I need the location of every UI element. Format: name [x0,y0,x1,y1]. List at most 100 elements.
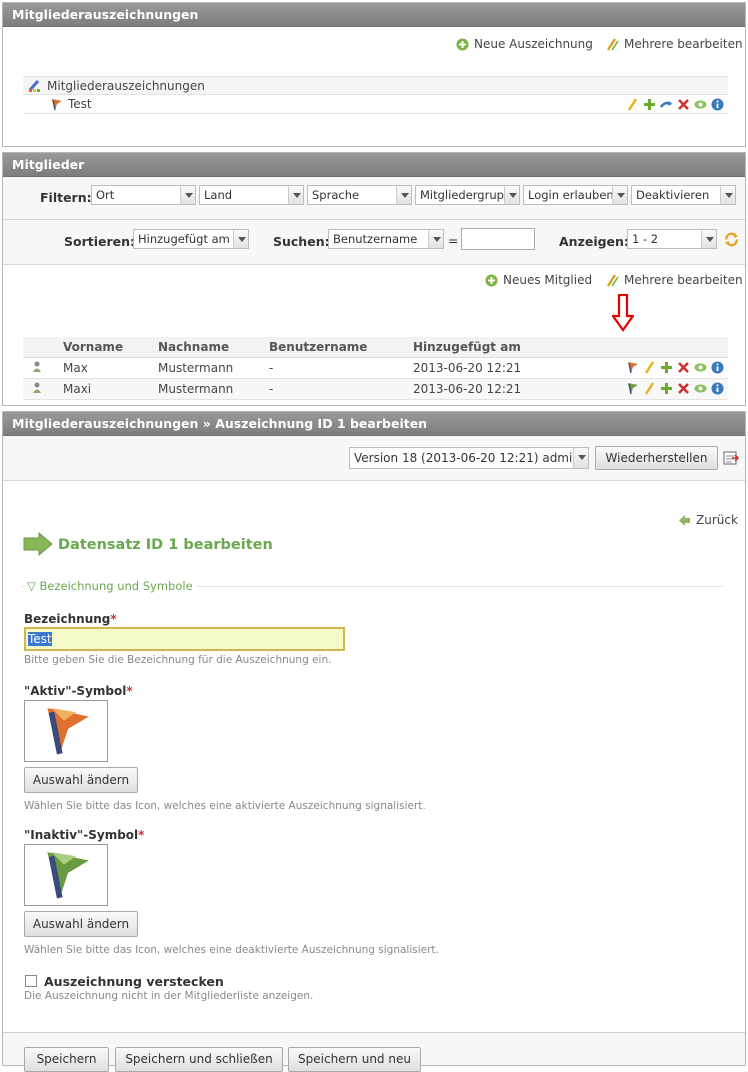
multi-edit-label: Mehrere bearbeiten [624,37,743,51]
tree-root[interactable]: Mitgliederauszeichnungen [23,76,728,95]
table-row[interactable]: Maxi Mustermann - 2013-06-20 12:21 [23,378,728,400]
name-help: Bitte geben Sie die Bezeichnung für die … [24,654,332,666]
new-member-link[interactable]: Neues Mitglied [485,273,592,287]
active-flag-icon[interactable] [626,361,639,374]
refresh-icon[interactable] [724,232,739,247]
members-panel-title: Mitglieder [3,153,745,177]
multi-edit-link[interactable]: Mehrere bearbeiten [606,37,743,51]
save-button[interactable]: Speichern [24,1047,109,1072]
red-down-arrow-marker [612,294,634,332]
info-icon[interactable] [711,382,724,395]
hide-checkbox[interactable] [25,975,37,987]
delete-icon[interactable] [677,382,690,395]
sort-select[interactable]: Hinzugefügt am [133,229,249,249]
user-icon [31,381,44,394]
version-select[interactable]: Version 18 (2013-06-20 12:21) admin [349,447,589,469]
inactive-help: Wählen Sie bitte das Icon, welches eine … [24,944,439,956]
inactive-symbol-preview [24,844,108,906]
save-close-button[interactable]: Speichern und schließen [115,1047,283,1072]
back-link[interactable]: Zurück [678,513,738,527]
view-icon[interactable] [694,382,707,395]
table-header: Vorname Nachname Benutzername Hinzugefüg… [23,337,728,358]
add-icon[interactable] [660,382,673,395]
info-icon[interactable] [711,98,724,111]
col-hinzugefuegt[interactable]: Hinzugefügt am [413,337,618,358]
new-award-link[interactable]: Neue Auszeichnung [456,37,593,51]
page-heading: Datensatz ID 1 bearbeiten [58,537,273,553]
members-panel: Mitglieder Filtern: Ort Land Sprache Mit… [2,152,746,406]
delete-icon[interactable] [677,361,690,374]
col-benutzername[interactable]: Benutzername [269,337,413,358]
heading-arrow-icon [23,532,53,556]
view-icon[interactable] [694,361,707,374]
cell-added: 2013-06-20 12:21 [413,357,618,379]
search-field-select[interactable]: Benutzername [328,229,444,249]
inactive-flag-icon [47,852,89,899]
filter-login[interactable]: Login erlauben [523,185,628,205]
back-label: Zurück [696,513,738,527]
tree-item[interactable]: Test [23,95,728,114]
new-award-label: Neue Auszeichnung [474,37,593,51]
cell-last: Mustermann [158,357,269,379]
filter-land[interactable]: Land [199,185,304,205]
col-nachname[interactable]: Nachname [158,337,269,358]
multi-edit-icon [606,37,619,51]
change-active-button[interactable]: Auswahl ändern [24,767,138,793]
compare-icon[interactable] [723,450,739,466]
awards-panel: Mitgliederauszeichnungen Neue Auszeichnu… [2,2,746,147]
filter-mitgliedergruppe[interactable]: Mitgliedergruppe [415,185,520,205]
inactive-symbol-label: "Inaktiv"-Symbol* [24,828,145,842]
inactive-flag-icon[interactable] [626,382,639,395]
sort-bar: Sortieren: Hinzugefügt am Suchen: Benutz… [3,220,745,265]
hide-help: Die Auszeichnung nicht in der Mitglieder… [24,990,314,1002]
add-circle-icon [485,274,498,287]
cell-user: - [269,378,413,400]
show-select[interactable]: 1 - 2 [627,229,717,249]
section-legend[interactable]: ▽ Bezeichnung und Symbole [23,579,724,593]
cell-first: Max [63,357,158,379]
edit-panel: Mitgliederauszeichnungen » Auszeichnung … [2,411,746,1072]
filter-bar: Filtern: Ort Land Sprache Mitgliedergrup… [3,177,745,220]
move-icon[interactable] [660,98,673,111]
add-icon[interactable] [660,361,673,374]
add-icon[interactable] [643,98,656,111]
name-input[interactable]: Test [24,627,345,651]
search-input[interactable] [461,228,535,250]
members-table: Vorname Nachname Benutzername Hinzugefüg… [23,337,728,400]
delete-icon[interactable] [677,98,690,111]
info-icon[interactable] [711,361,724,374]
edit-icon[interactable] [626,98,639,111]
members-multi-edit-link[interactable]: Mehrere bearbeiten [606,273,743,287]
cell-user: - [269,357,413,379]
edit-icon[interactable] [643,382,656,395]
filter-sprache[interactable]: Sprache [307,185,412,205]
filter-ort[interactable]: Ort [91,185,196,205]
cell-first: Maxi [63,378,158,400]
restore-button[interactable]: Wiederherstellen [595,446,718,470]
edit-panel-title: Mitgliederauszeichnungen » Auszeichnung … [3,412,745,436]
change-inactive-button[interactable]: Auswahl ändern [24,911,138,937]
table-row[interactable]: Max Mustermann - 2013-06-20 12:21 [23,357,728,379]
members-multi-edit-label: Mehrere bearbeiten [624,273,743,287]
active-help: Wählen Sie bitte das Icon, welches eine … [24,800,426,812]
save-new-button[interactable]: Speichern und neu [288,1047,421,1072]
active-flag-icon [50,98,63,111]
hide-label[interactable]: Auszeichnung verstecken [44,974,224,989]
version-bar: Version 18 (2013-06-20 12:21) admin Wied… [3,436,745,481]
search-label: Suchen: [273,234,330,249]
col-vorname[interactable]: Vorname [63,337,158,358]
view-icon[interactable] [694,98,707,111]
back-arrow-icon [678,514,691,527]
show-label: Anzeigen: [559,234,629,249]
cell-added: 2013-06-20 12:21 [413,378,618,400]
active-symbol-label: "Aktiv"-Symbol* [24,684,133,698]
tree-root-label: Mitgliederauszeichnungen [47,78,205,93]
name-field-label: Bezeichnung* [24,612,117,626]
multi-edit-icon [606,273,619,287]
tree-item-label: Test [68,97,92,111]
edit-icon[interactable] [643,361,656,374]
filter-deaktivieren[interactable]: Deaktivieren [631,185,736,205]
new-member-label: Neues Mitglied [503,273,593,287]
section-label: Bezeichnung und Symbole [39,579,193,593]
cell-last: Mustermann [158,378,269,400]
